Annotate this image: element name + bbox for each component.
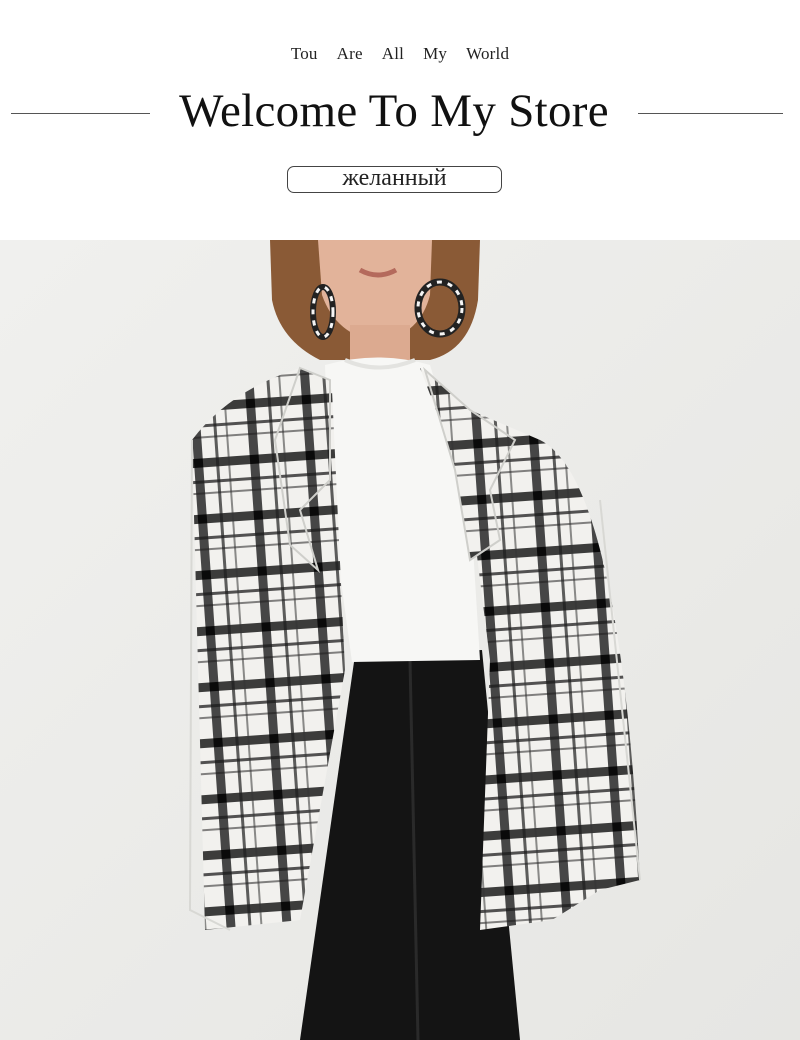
- product-photo: [0, 240, 800, 1040]
- tagline: Tou Are All My World: [0, 44, 800, 64]
- tagline-word: My: [423, 44, 448, 63]
- store-header: Tou Are All My World Welcome To My Store…: [0, 0, 800, 240]
- tagline-word: World: [466, 44, 510, 63]
- tagline-word: Are: [336, 44, 363, 63]
- tagline-word: All: [381, 44, 405, 63]
- tagline-word: Tou: [290, 44, 318, 63]
- wishlist-badge[interactable]: желанный: [287, 166, 502, 193]
- divider-left: [11, 113, 150, 114]
- divider-right: [638, 113, 783, 114]
- store-title: Welcome To My Store: [179, 85, 609, 137]
- model-illustration: [0, 240, 800, 1040]
